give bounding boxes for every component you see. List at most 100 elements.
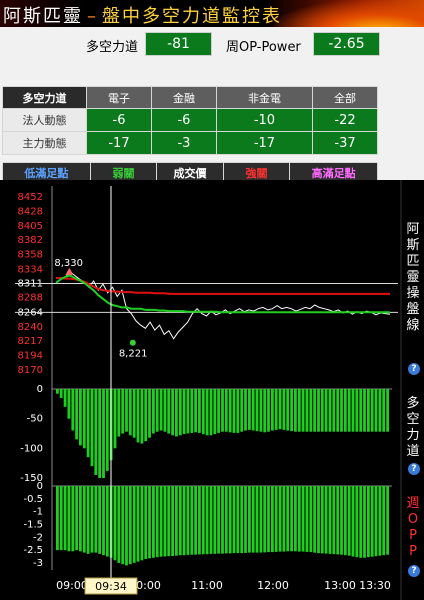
vertical-char: 線 (406, 318, 420, 333)
bar (79, 486, 82, 552)
bar (343, 389, 347, 432)
bar (309, 486, 313, 553)
bar (186, 389, 190, 434)
bar (82, 389, 86, 449)
vertical-char: 斯 (406, 238, 420, 253)
bar (67, 486, 71, 552)
bar (244, 486, 247, 553)
bar (278, 486, 282, 552)
bar (98, 486, 101, 554)
y-tick-label: 8334 (18, 264, 43, 275)
bar (175, 486, 178, 556)
table-cell: -3 (150, 131, 217, 155)
bar (317, 389, 320, 432)
bar (251, 389, 255, 431)
bar (86, 486, 90, 554)
flow-col-header: 金融 (150, 86, 217, 109)
help-icon[interactable]: ? (408, 565, 420, 577)
bar (274, 486, 278, 552)
vertical-char: 匹 (406, 254, 420, 269)
bar (186, 486, 190, 555)
bar (294, 389, 297, 432)
bar (332, 389, 336, 432)
bar (163, 389, 167, 432)
bar (217, 486, 220, 554)
bar (378, 486, 382, 556)
bar (198, 389, 201, 433)
bar (355, 486, 359, 558)
bar (63, 389, 67, 407)
bar (324, 486, 328, 554)
y-tick-label: -1.5 (23, 519, 43, 530)
help-icon[interactable]: ? (408, 463, 420, 475)
bar (125, 486, 128, 566)
bar (320, 389, 324, 432)
y-tick-label: 8452 (18, 192, 43, 203)
bar (286, 389, 290, 431)
bar (90, 486, 94, 553)
title-sub: 盤中多空力道監控表 (102, 6, 282, 27)
bar (167, 486, 171, 557)
vertical-label-main-line: 阿斯匹靈操盤線 (404, 222, 422, 334)
bar (343, 486, 347, 556)
bar (363, 486, 366, 558)
x-tick-label: 11:00 (191, 579, 223, 592)
bar (382, 486, 386, 556)
bar (351, 389, 355, 432)
vertical-char: 靈 (406, 270, 420, 285)
bar (163, 486, 167, 557)
bar (152, 389, 155, 434)
bar (159, 389, 163, 431)
bar (255, 486, 259, 553)
bar (340, 486, 343, 555)
bar (121, 486, 125, 565)
bar (144, 486, 148, 559)
bar (128, 389, 132, 436)
flow-col-header: 非金電 (215, 86, 313, 109)
bar (167, 389, 171, 434)
bar (155, 486, 159, 558)
bar (132, 486, 136, 563)
bar (320, 486, 324, 554)
bar (59, 486, 63, 551)
bar (301, 486, 305, 552)
low-marker-icon (129, 339, 136, 346)
bar (313, 486, 316, 553)
y-tick-label: -0.5 (23, 494, 43, 505)
x-tick-label: 09:00 (56, 579, 88, 592)
bar (282, 389, 286, 430)
table-cell: -10 (215, 108, 313, 132)
bar (98, 389, 101, 478)
bar (117, 389, 121, 437)
bar (282, 486, 286, 552)
bar (267, 389, 270, 432)
vertical-char: 操 (406, 286, 420, 301)
bar (136, 389, 140, 443)
bar (267, 486, 270, 553)
high-annotation: 8,330 (54, 258, 83, 269)
bar (128, 486, 132, 565)
bar (63, 486, 67, 551)
bar (347, 486, 351, 556)
bar (228, 486, 232, 554)
bar (171, 486, 174, 556)
bar (59, 389, 63, 398)
flow-col-header: 電子 (86, 86, 152, 109)
y-tick-label: 8428 (18, 207, 43, 218)
chart-svg[interactable]: 8452842884058382835883348311828882648240… (0, 180, 424, 600)
table-cell: -6 (86, 108, 152, 132)
table-row: 法人動態 -6 -6 -10 -22 (2, 108, 379, 132)
bar (79, 389, 82, 446)
bar (228, 389, 232, 433)
bar (370, 486, 374, 557)
bar (332, 486, 336, 555)
bar (198, 486, 201, 555)
bar (236, 389, 240, 433)
bar (194, 486, 197, 555)
bar (56, 486, 59, 551)
bar (148, 389, 151, 438)
bar (102, 486, 105, 556)
help-icon[interactable]: ? (408, 363, 420, 375)
vertical-char: 力 (406, 428, 420, 443)
bar (221, 486, 224, 554)
